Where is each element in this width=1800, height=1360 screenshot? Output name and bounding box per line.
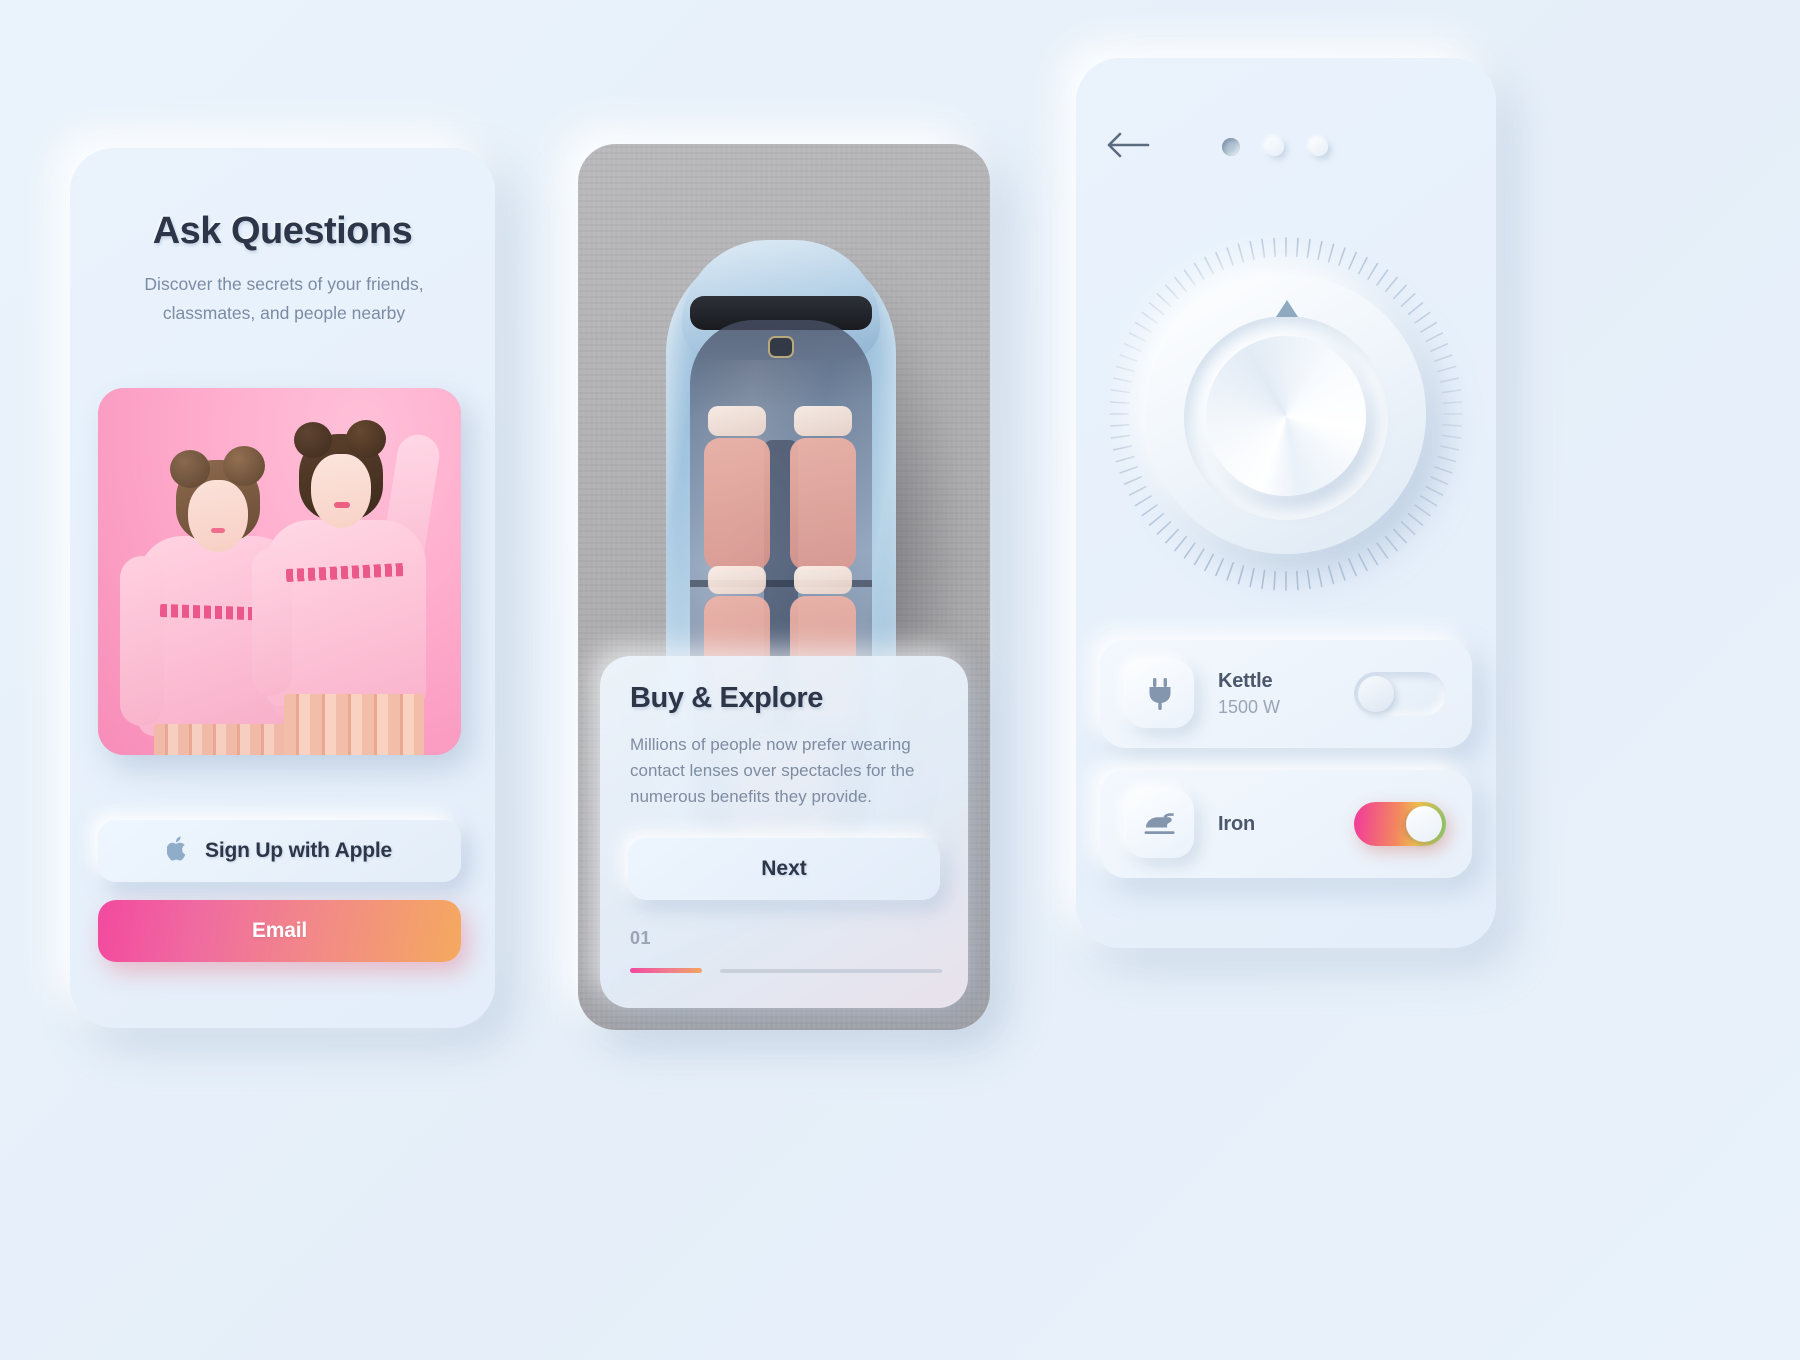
photo-person-left-skirt: [154, 724, 290, 755]
triangle-pointer-icon: [1276, 300, 1298, 317]
car-headrest: [708, 566, 766, 594]
sign-up-with-apple-label: Sign Up with Apple: [205, 839, 392, 862]
sign-up-with-apple-button[interactable]: Sign Up with Apple: [98, 820, 461, 882]
toggle-knob: [1358, 676, 1394, 712]
photo-person-left-face: [188, 480, 248, 552]
toggle-knob: [1406, 806, 1442, 842]
apple-icon: [166, 836, 189, 867]
page-title: Ask Questions: [152, 210, 413, 252]
smart-home-control-card: Kettle 1500 W Iron: [1076, 58, 1496, 948]
page-subtitle: Discover the secrets of your friends, cl…: [144, 274, 424, 323]
sheet-title: Buy & Explore: [630, 682, 824, 714]
photo-person-right-face: [311, 454, 371, 528]
photo-person-left-mouth: [211, 528, 225, 533]
rotary-dial[interactable]: [1108, 236, 1464, 592]
photo-person-right-mouth: [334, 502, 350, 508]
iron-toggle[interactable]: [1354, 802, 1446, 846]
page-dot-3[interactable]: [1310, 138, 1328, 156]
email-signup-label: Email: [251, 919, 308, 942]
app-canvas: Ask Questions Discover the secrets of yo…: [0, 0, 1800, 1360]
photo-person-left-bun-2: [223, 446, 265, 486]
sheet-body-text: Millions of people now prefer wearing co…: [630, 735, 915, 806]
back-button[interactable]: [1104, 122, 1152, 170]
step-indicator: 01: [630, 928, 652, 948]
progress-track: [720, 968, 942, 973]
next-button[interactable]: Next: [628, 838, 940, 900]
car-headrest: [794, 406, 852, 436]
plug-icon: [1126, 660, 1194, 728]
device-name: Kettle: [1218, 670, 1273, 692]
onboarding-card-ask-questions: Ask Questions Discover the secrets of yo…: [70, 148, 495, 1028]
page-dot-1[interactable]: [1222, 138, 1240, 156]
dial-center: [1206, 336, 1366, 496]
car-headrest: [708, 406, 766, 436]
device-name: Iron: [1218, 812, 1255, 835]
progress-bar[interactable]: [630, 968, 942, 973]
progress-fill: [630, 968, 702, 973]
email-signup-button[interactable]: Email: [98, 900, 461, 962]
photo-person-right-skirt: [284, 694, 424, 755]
page-dot-2[interactable]: [1266, 138, 1284, 156]
car-dash-badge: [768, 336, 794, 358]
photo-person-right-bun: [294, 422, 332, 458]
photo-person-left-arm: [120, 556, 164, 726]
arrow-left-icon: [1106, 132, 1150, 163]
kettle-toggle[interactable]: [1354, 672, 1446, 716]
device-row-iron[interactable]: Iron: [1100, 770, 1472, 878]
info-sheet: Buy & Explore Millions of people now pre…: [600, 656, 968, 1008]
device-info: Iron: [1218, 813, 1354, 836]
device-power: 1500 W: [1218, 697, 1281, 717]
photo-person-right-bun-2: [346, 420, 386, 458]
dial-mid-ring: [1184, 316, 1388, 520]
device-info: Kettle 1500 W: [1218, 670, 1354, 718]
page-dots[interactable]: [1222, 136, 1342, 158]
car-headrest: [794, 566, 852, 594]
next-button-label: Next: [761, 857, 807, 880]
hero-photo: [98, 388, 461, 755]
iron-icon: [1126, 790, 1194, 858]
onboarding-card-buy-explore: Buy & Explore Millions of people now pre…: [578, 144, 990, 1030]
car-seat: [790, 438, 856, 570]
device-row-kettle[interactable]: Kettle 1500 W: [1100, 640, 1472, 748]
car-seat: [704, 438, 770, 570]
